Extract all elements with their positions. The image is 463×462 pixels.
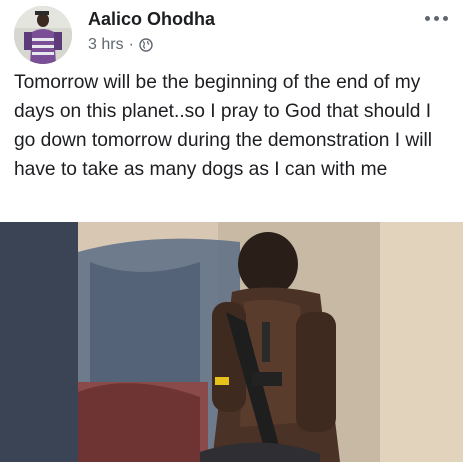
post-header: Aalico Ohodha 3 hrs · bbox=[0, 0, 463, 64]
more-dot bbox=[433, 15, 439, 21]
more-dot bbox=[442, 15, 448, 21]
photo-image bbox=[0, 222, 463, 462]
globe-icon[interactable] bbox=[139, 38, 153, 52]
post-timestamp[interactable]: 3 hrs bbox=[88, 36, 124, 54]
more-dot bbox=[424, 15, 430, 21]
more-options-icon[interactable] bbox=[421, 12, 451, 24]
author-avatar[interactable] bbox=[14, 6, 72, 64]
author-name[interactable]: Aalico Ohodha bbox=[88, 9, 215, 30]
meta-separator: · bbox=[128, 36, 134, 53]
post-photo[interactable] bbox=[0, 222, 463, 462]
avatar-image bbox=[14, 6, 72, 64]
post-meta: 3 hrs · bbox=[88, 36, 153, 54]
post-text: Tomorrow will be the beginning of the en… bbox=[14, 72, 433, 180]
facebook-post: Aalico Ohodha 3 hrs · Tomorrow will be t… bbox=[0, 0, 463, 462]
